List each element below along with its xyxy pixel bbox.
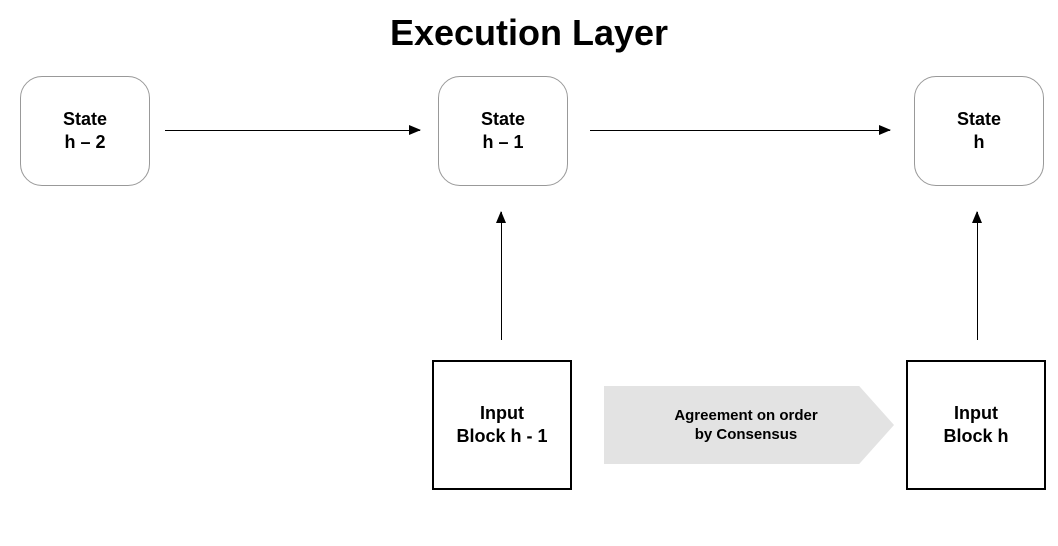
input-label: Input: [954, 402, 998, 425]
state-h-box: State h: [914, 76, 1044, 186]
state-sub: h – 2: [64, 131, 105, 154]
arrow-h2-to-h1: [165, 130, 420, 131]
state-label: State: [957, 108, 1001, 131]
state-label: State: [481, 108, 525, 131]
agreement-line2: by Consensus: [674, 425, 817, 445]
arrow-input-h1-to-state-h1: [501, 212, 502, 340]
input-label: Input: [480, 402, 524, 425]
input-block-h-minus-1-box: Input Block h - 1: [432, 360, 572, 490]
arrow-h1-to-h: [590, 130, 890, 131]
state-h-minus-1-box: State h – 1: [438, 76, 568, 186]
agreement-banner: Agreement on order by Consensus: [604, 386, 894, 464]
input-sub: Block h: [943, 425, 1008, 448]
state-sub: h – 1: [482, 131, 523, 154]
input-sub: Block h - 1: [456, 425, 547, 448]
agreement-line1: Agreement on order: [674, 406, 817, 426]
state-label: State: [63, 108, 107, 131]
input-block-h-box: Input Block h: [906, 360, 1046, 490]
state-sub: h: [974, 131, 985, 154]
state-h-minus-2-box: State h – 2: [20, 76, 150, 186]
diagram-title: Execution Layer: [0, 12, 1058, 54]
arrow-input-h-to-state-h: [977, 212, 978, 340]
